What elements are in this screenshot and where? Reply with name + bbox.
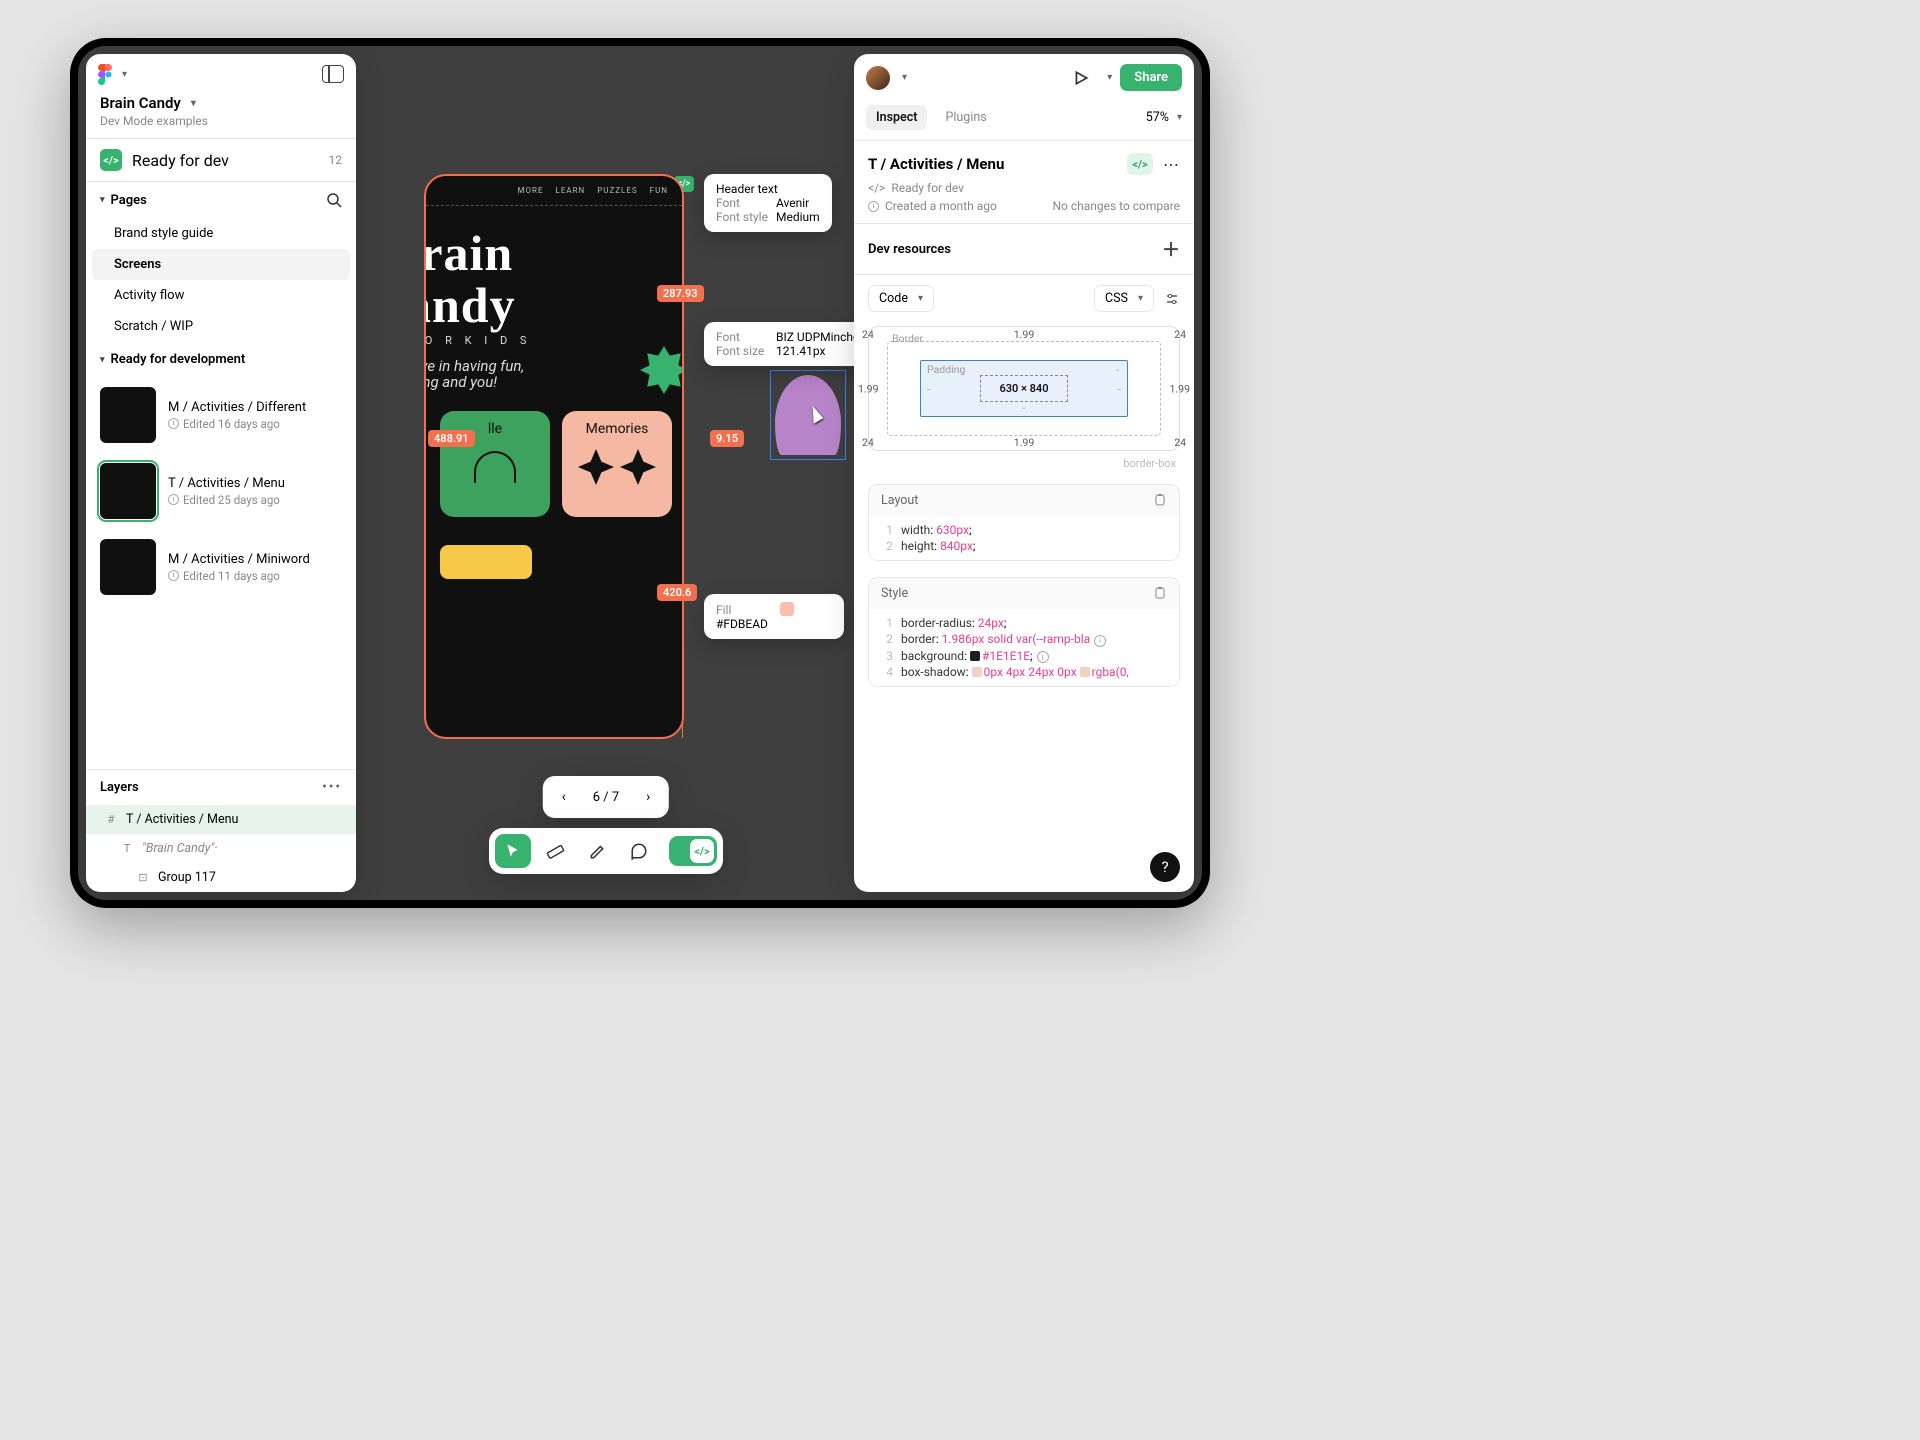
measure-right: 9.15 (710, 430, 744, 447)
ready-label: Ready for dev (132, 151, 229, 170)
devmode-toggle[interactable]: </> (669, 836, 717, 866)
tool-annotate[interactable] (579, 834, 615, 868)
help-button[interactable]: ? (1150, 852, 1180, 882)
ready-label: Ready for dev (891, 181, 964, 195)
figma-menu[interactable]: ▾ (98, 64, 127, 84)
copy-icon[interactable] (1153, 587, 1167, 601)
settings-icon[interactable] (1164, 291, 1180, 307)
figma-logo-icon (98, 64, 118, 84)
more-icon[interactable]: ⋯ (1163, 155, 1180, 174)
tab-plugins[interactable]: Plugins (935, 105, 996, 130)
lang-dropdown[interactable]: CSS▾ (1094, 285, 1154, 312)
more-icon[interactable]: ••• (322, 780, 342, 795)
file-subtitle: Dev Mode examples (100, 114, 342, 128)
chevron-down-icon: ▾ (191, 98, 196, 109)
rfd-item[interactable]: T / Activities / Menu Edited 25 days ago (86, 453, 356, 529)
ready-for-dev-row[interactable]: </> Ready for dev 12 (86, 139, 356, 182)
created-label: Created a month ago (885, 199, 997, 213)
card-memories: Memories (562, 411, 672, 517)
text-icon: T (120, 842, 134, 856)
pager: ‹ 6 / 7 › (543, 776, 669, 818)
pager-prev[interactable]: ‹ (549, 782, 579, 812)
pager-count: 6 / 7 (579, 790, 633, 805)
plus-icon[interactable]: ＋ (1162, 236, 1180, 262)
frame-icon: # (104, 813, 118, 827)
canvas[interactable]: </> MORELEARN PUZZLESFUN Brainandy F O R… (368, 54, 844, 892)
tooltip-font: FontBIZ UDPMincho Font size121.41px (704, 322, 874, 366)
code-dropdown[interactable]: Code▾ (868, 285, 934, 312)
box-model: Border 24 24 24 24 1.99 1.99 1.99 1.99 P… (868, 326, 1180, 451)
measure-left: 488.91 (428, 430, 475, 447)
layers-header[interactable]: Layers••• (86, 769, 356, 805)
page-activity-flow[interactable]: Activity flow (86, 280, 356, 311)
zoom-control[interactable]: 57%▾ (1146, 110, 1182, 125)
layout-card: Layout 1width: 630px;2height: 840px; (868, 484, 1180, 561)
dev-resources-header[interactable]: Dev resources＋ (854, 224, 1194, 275)
clock-icon (168, 418, 179, 429)
present-button[interactable] (1067, 66, 1095, 90)
dev-ready-icon: </> (1127, 153, 1153, 175)
panel-toggle-icon[interactable] (322, 65, 344, 83)
measure-top: 287.93 (657, 285, 704, 302)
selection-title: T / Activities / Menu (868, 155, 1004, 173)
code-icon: </> (690, 839, 714, 863)
ready-count: 12 (329, 153, 343, 167)
layer-row[interactable]: ⊡Group 117 (86, 863, 356, 892)
thumbnail (100, 539, 156, 595)
rfd-item[interactable]: M / Activities / Different Edited 16 day… (86, 377, 356, 453)
yellow-button (440, 545, 532, 579)
caret-down-icon: ▾ (100, 195, 105, 205)
page-brand-style-guide[interactable]: Brand style guide (86, 218, 356, 249)
clock-icon (168, 570, 179, 581)
tool-measure[interactable] (537, 834, 573, 868)
layer-row[interactable]: #T / Activities / Menu (86, 805, 356, 834)
rfd-header[interactable]: ▾ Ready for development (86, 342, 356, 377)
tooltip-header: Header text FontAvenir Font styleMedium (704, 174, 832, 232)
dev-ready-icon: </> (868, 181, 885, 195)
layer-row[interactable]: T"Brain Candy"· (86, 834, 356, 863)
clock-icon (868, 201, 879, 212)
caret-down-icon: ▾ (100, 355, 105, 365)
selected-frame[interactable]: MORELEARN PUZZLESFUN Brainandy F O R K I… (424, 174, 684, 739)
rfd-item[interactable]: M / Activities / Miniword Edited 11 days… (86, 529, 356, 605)
hero: Brainandy F O R K I D S elieve in having… (426, 224, 682, 391)
frame-nav: MORELEARN PUZZLESFUN (426, 176, 682, 206)
group-icon: ⊡ (136, 871, 150, 885)
thumbnail (100, 463, 156, 519)
card-green: lle (440, 411, 550, 517)
tool-move[interactable] (495, 834, 531, 868)
tool-comment[interactable] (621, 834, 657, 868)
copy-icon[interactable] (1153, 494, 1167, 508)
left-panel: ▾ Brain Candy▾ Dev Mode examples </> Rea… (86, 54, 356, 892)
pages-header[interactable]: ▾ Pages (86, 182, 356, 218)
tab-inspect[interactable]: Inspect (866, 105, 927, 130)
bottom-toolbar: </> (489, 828, 723, 874)
search-icon[interactable] (326, 192, 342, 208)
avatar[interactable] (866, 66, 890, 90)
color-swatch (780, 602, 794, 616)
right-panel: ▾ ▾ Share Inspect Plugins 57%▾ T / Activ… (854, 54, 1194, 892)
page-screens[interactable]: Screens (92, 249, 350, 280)
chevron-down-icon: ▾ (122, 69, 127, 80)
tooltip-fill: Fill#FDBEAD (704, 594, 844, 639)
clock-icon (168, 494, 179, 505)
measure-bottom: 420.6 (657, 584, 697, 601)
page-scratch-wip[interactable]: Scratch / WIP (86, 311, 356, 342)
measure-rule (682, 190, 683, 738)
box-sizing-label: border-box (854, 457, 1194, 476)
thumbnail (100, 387, 156, 443)
pager-next[interactable]: › (633, 782, 663, 812)
share-button[interactable]: Share (1120, 64, 1182, 91)
file-name[interactable]: Brain Candy▾ (100, 94, 342, 112)
dev-ready-icon: </> (100, 149, 122, 171)
style-card: Style 1border-radius: 24px;2border: 1.98… (868, 577, 1180, 687)
nochanges-label: No changes to compare (1052, 199, 1180, 213)
